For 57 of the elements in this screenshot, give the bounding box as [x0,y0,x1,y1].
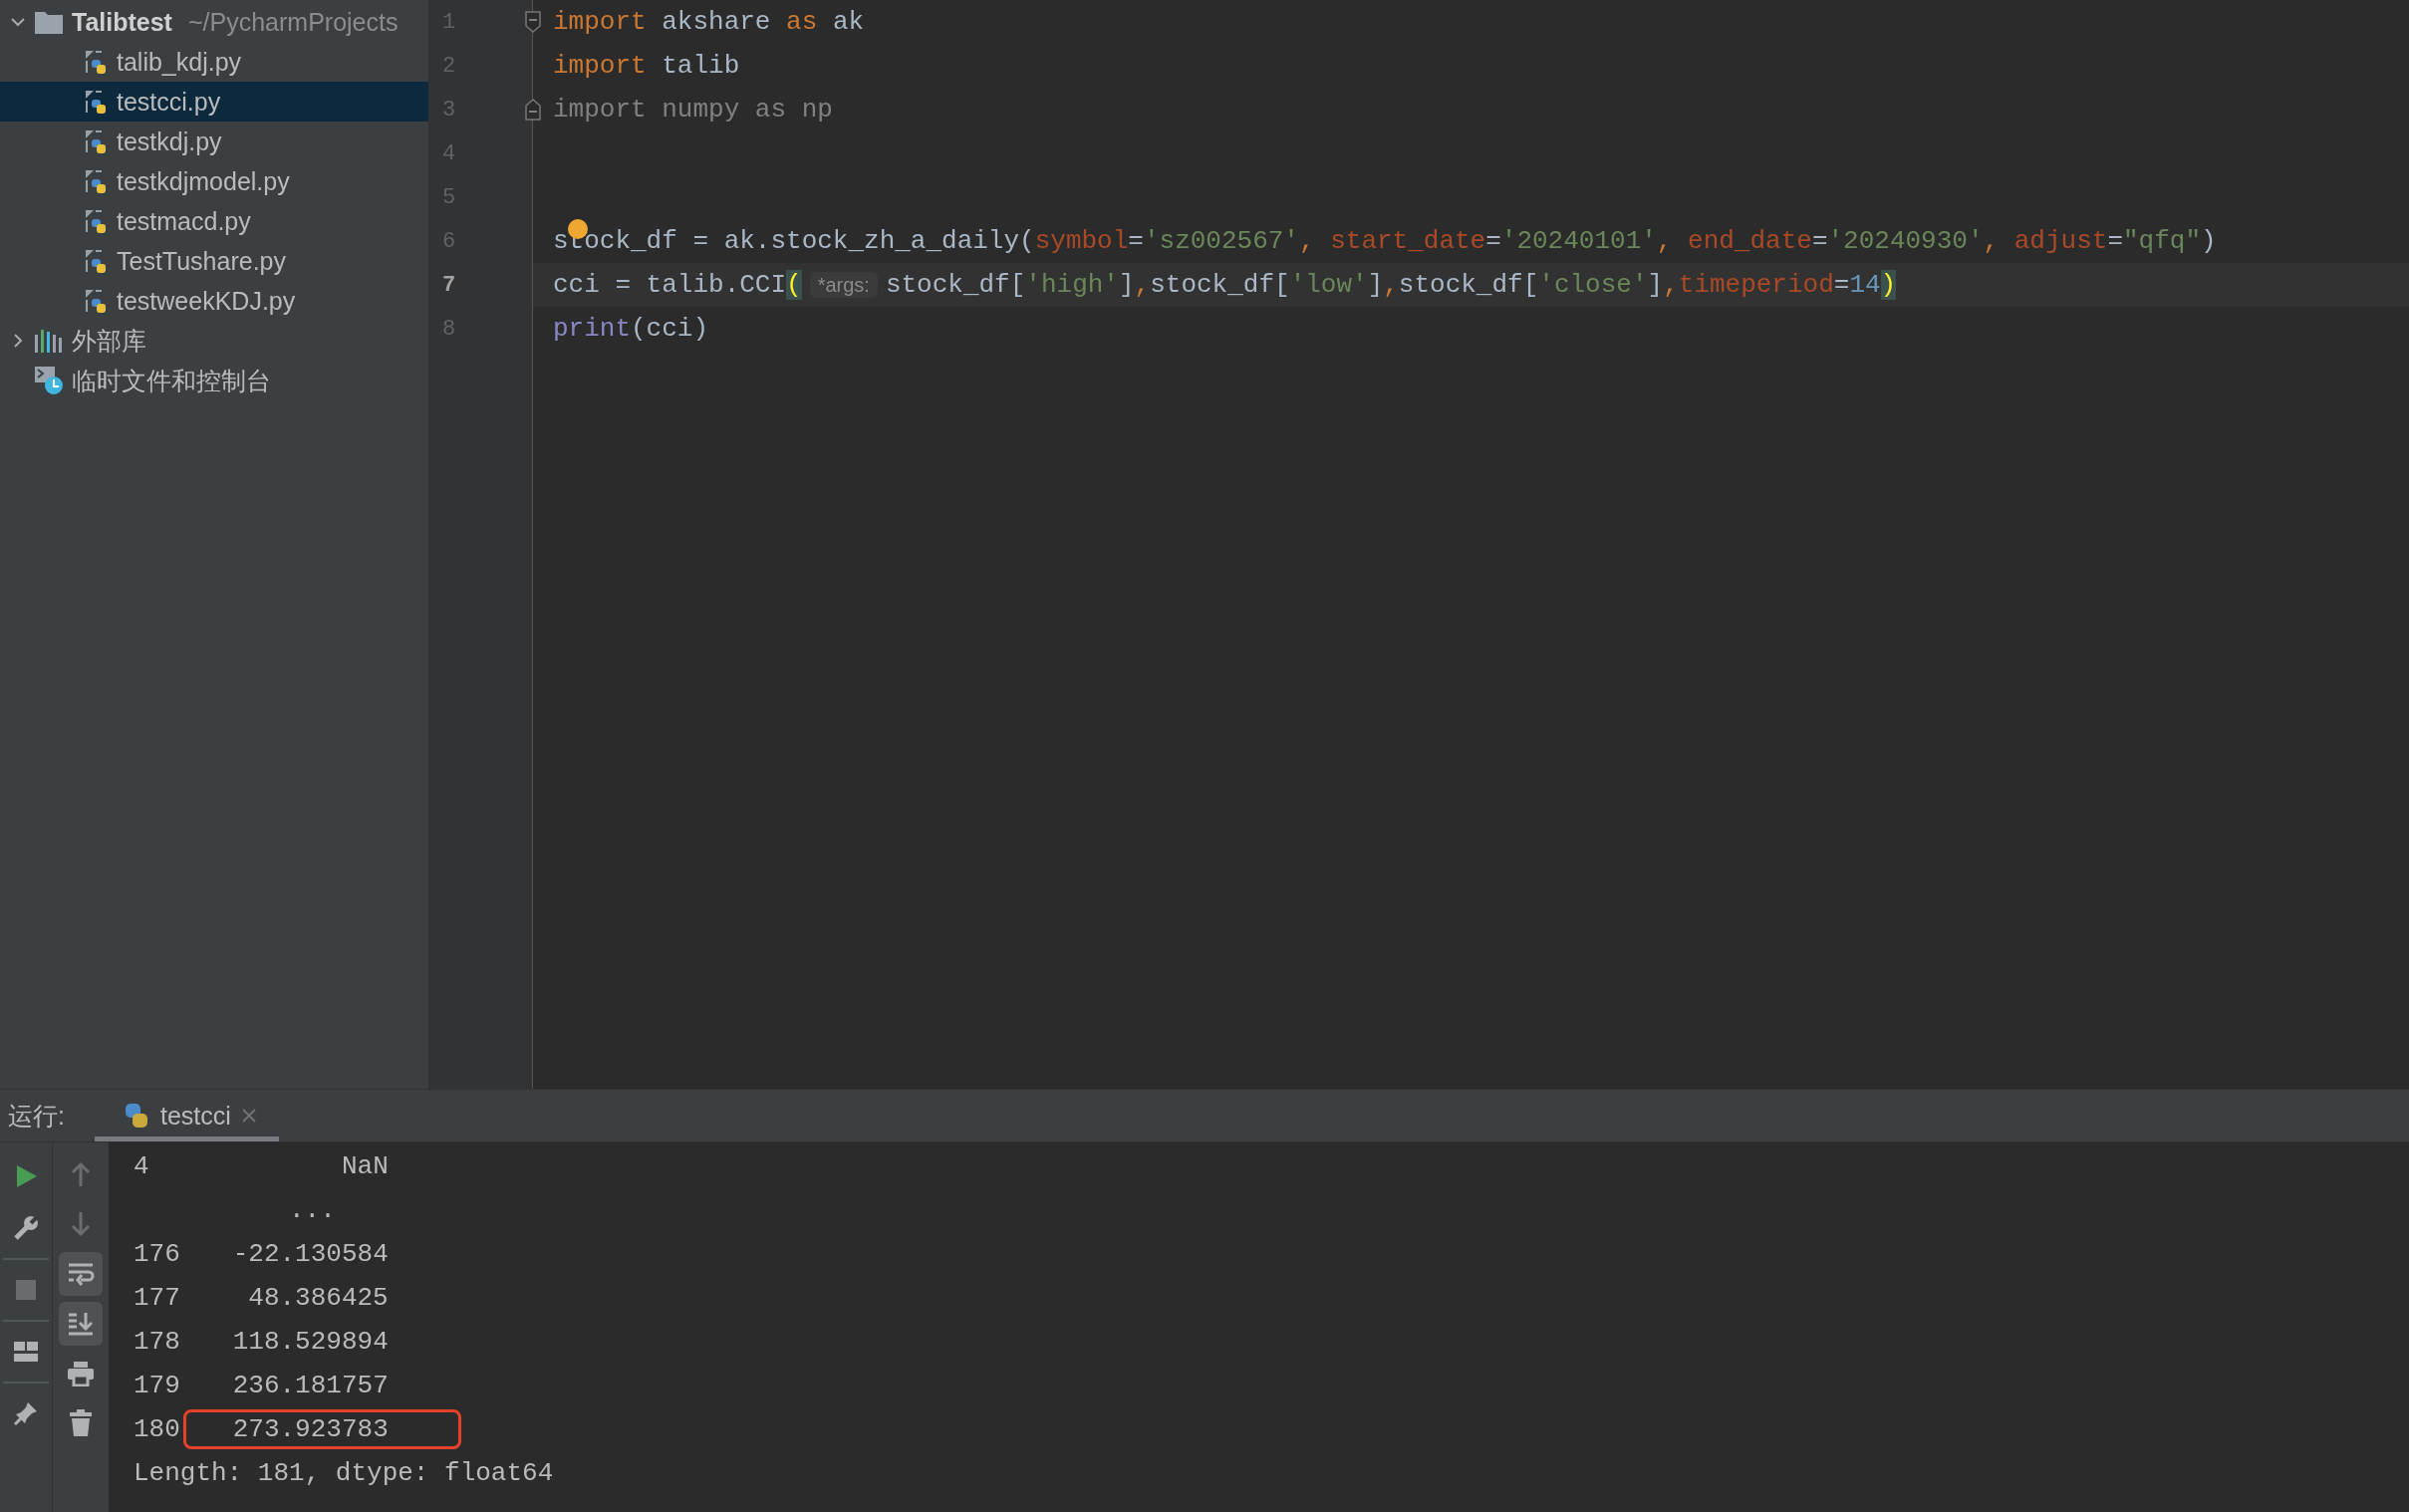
python-file-icon [83,207,109,235]
printer-icon [67,1361,95,1386]
tree-item[interactable]: testweekKDJ.py [0,281,428,321]
console-index: 4 [134,1151,150,1181]
console-value: NaN [340,1150,390,1183]
tree-item[interactable]: testkdj.py [0,122,428,161]
console-index: 176 [134,1239,180,1269]
python-file-icon [83,287,109,315]
scroll-end-button[interactable] [59,1302,103,1346]
code-line: cci = talib.CCI( *args: stock_df['high'],stock_df['low'],stock_df['close'],timeperiod=14) [552,270,1897,300]
console-value: -22.130584 [231,1238,390,1271]
scroll-to-end-icon [67,1311,95,1337]
console-value: 273.923783 [182,1409,461,1449]
arrow-up-icon [70,1161,92,1187]
close-icon [240,1108,257,1124]
arrow-down-icon [70,1211,92,1237]
folder-icon [34,9,64,35]
tree-item[interactable]: 外部库 [0,321,428,361]
python-file-icon [83,127,109,155]
code-line: import akshare as ak [552,7,865,37]
python-file-icon [83,167,109,195]
code-line: import numpy as np [552,95,833,125]
trash-icon [69,1409,93,1437]
wrap-button[interactable] [59,1252,103,1296]
console-value: 48.386425 [247,1282,390,1315]
run-tab[interactable]: testcci [94,1090,279,1141]
console-index: 180 [134,1414,180,1444]
tree-item[interactable]: testkdjmodel.py [0,161,428,201]
console-ellipsis: ... [288,1195,336,1225]
console-index: 179 [134,1371,180,1400]
tree-item[interactable]: 临时文件和控制台 [0,361,428,400]
code-line: import talib [552,51,740,81]
console-text: Length: 181, dtype: float64 [134,1458,554,1488]
tree-item[interactable]: testmacd.py [0,201,428,241]
layout-icon [13,1340,39,1364]
python-file-icon [83,247,109,275]
console-value: 118.529894 [231,1326,390,1359]
console-index: 177 [134,1283,180,1313]
fold-start-icon[interactable] [525,11,541,33]
stop-icon [14,1278,38,1302]
tree-item[interactable]: Talibtest ~/PycharmProjects [0,2,428,42]
library-icon [34,328,64,354]
console-value: 236.181757 [231,1370,390,1402]
console-index: 178 [134,1327,180,1357]
tree-item[interactable]: TestTushare.py [0,241,428,281]
python-file-icon [83,88,109,116]
tree-item[interactable]: talib_kdj.py [0,42,428,82]
parameter-hint: *args: [809,272,878,298]
code-line: print(cci) [552,314,709,344]
pin-icon [13,1400,39,1426]
run-label: 运行: [7,1100,66,1132]
tree-item[interactable]: testcci.py [0,82,428,122]
wrench-icon [13,1215,39,1241]
soft-wrap-icon [67,1261,95,1287]
fold-end-icon[interactable] [525,99,541,121]
scratch-console-icon [34,366,64,395]
python-file-icon [83,48,109,76]
